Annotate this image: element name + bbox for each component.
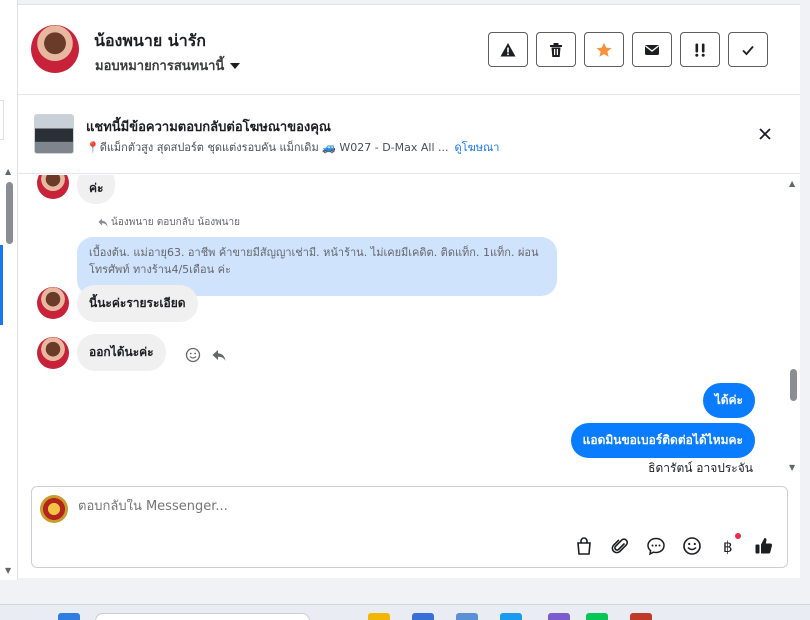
reply-label: น้องพนาย ตอบกลับ น้องพนาย bbox=[98, 215, 240, 230]
message-bubble-outgoing[interactable]: ได้ค่ะ bbox=[702, 383, 755, 418]
baht-icon: ฿ bbox=[723, 538, 733, 556]
ad-reply-banner: แชทนี้มีข้อความตอบกลับต่อโฆษณาของคุณ 📍ดี… bbox=[18, 96, 800, 174]
like-button[interactable] bbox=[753, 535, 775, 557]
composer-tools: ฿ bbox=[573, 533, 775, 557]
close-banner-button[interactable] bbox=[755, 124, 775, 144]
chat-scrollbar[interactable]: ▲ ▼ bbox=[786, 175, 800, 477]
scroll-down-arrow-icon[interactable]: ▼ bbox=[5, 566, 11, 575]
message-bubble-incoming[interactable]: ออกได้นะค่ะ bbox=[77, 334, 166, 371]
ad-banner-title: แชทนี้มีข้อความตอบกลับต่อโฆษณาของคุณ bbox=[86, 120, 331, 135]
mark-unread-button[interactable] bbox=[632, 32, 672, 67]
conversation-panel: น้องพนาย น่ารัก มอบหมายการสนทนานี้ แชทนี… bbox=[18, 4, 800, 578]
scroll-down-arrow-icon[interactable]: ▼ bbox=[789, 463, 795, 472]
page-avatar bbox=[40, 495, 68, 523]
left-rail-tab[interactable] bbox=[0, 100, 4, 140]
reply-input[interactable] bbox=[78, 499, 758, 514]
check-icon bbox=[742, 45, 754, 55]
shop-button[interactable] bbox=[573, 535, 595, 557]
follow-up-button[interactable] bbox=[680, 32, 720, 67]
conversation-header: น้องพนาย น่ารัก มอบหมายการสนทนานี้ bbox=[18, 5, 800, 95]
avatar bbox=[37, 175, 69, 199]
os-taskbar bbox=[0, 604, 810, 620]
envelope-icon bbox=[645, 44, 659, 55]
contact-name[interactable]: น้องพนาย น่ารัก bbox=[94, 29, 206, 54]
smiley-icon bbox=[185, 347, 201, 363]
left-rail-accent bbox=[0, 245, 3, 325]
reply-composer: ฿ bbox=[31, 486, 788, 568]
svg-text:฿: ฿ bbox=[723, 538, 733, 556]
spam-button[interactable] bbox=[488, 32, 528, 67]
reply-button[interactable] bbox=[211, 347, 227, 363]
chat-scrollbar-thumb[interactable] bbox=[790, 369, 797, 401]
close-icon bbox=[759, 128, 771, 140]
react-button[interactable] bbox=[185, 347, 201, 363]
app-icon[interactable] bbox=[548, 613, 570, 620]
reply-label-text: น้องพนาย ตอบกลับ น้องพนาย bbox=[111, 217, 240, 228]
ad-banner-description: 📍ดีแม็กตัวสูง สุดสปอร์ต ชุดแต่งรอบคัน แม… bbox=[86, 138, 499, 156]
assign-conversation-dropdown[interactable]: มอบหมายการสนทนานี้ bbox=[95, 55, 241, 76]
shopping-bag-icon bbox=[577, 537, 591, 555]
message-bubble-outgoing[interactable]: แอดมินขอเบอร์ติดต่อได้ไหมคะ bbox=[570, 423, 755, 458]
reply-arrow-icon bbox=[98, 218, 108, 227]
scroll-up-arrow-icon[interactable]: ▲ bbox=[5, 167, 11, 176]
notification-dot bbox=[735, 533, 741, 539]
assign-label: มอบหมายการสนทนานี้ bbox=[95, 59, 225, 74]
app-icon[interactable] bbox=[412, 613, 434, 620]
message-actions bbox=[185, 347, 227, 363]
emoji-button[interactable] bbox=[681, 535, 703, 557]
paperclip-icon bbox=[611, 538, 629, 554]
avatar bbox=[37, 337, 69, 369]
app-icon[interactable] bbox=[456, 613, 478, 620]
trash-icon bbox=[550, 42, 562, 57]
message-thread: ค่ะ น้องพนาย ตอบกลับ น้องพนาย เบื้องต้น.… bbox=[18, 175, 800, 477]
avatar bbox=[37, 287, 69, 319]
chat-bubble-icon bbox=[647, 537, 665, 556]
browser-icon[interactable] bbox=[500, 613, 522, 620]
thumbs-up-icon bbox=[755, 538, 773, 554]
left-rail: ▲ ▼ bbox=[0, 0, 18, 580]
delete-button[interactable] bbox=[536, 32, 576, 67]
left-scrollbar-thumb[interactable] bbox=[6, 182, 13, 244]
app-icon[interactable] bbox=[630, 613, 652, 620]
chevron-down-icon bbox=[230, 62, 241, 69]
saved-replies-button[interactable] bbox=[645, 535, 667, 557]
start-icon[interactable] bbox=[58, 613, 80, 620]
taskbar-search-box[interactable] bbox=[95, 613, 310, 620]
attach-button[interactable] bbox=[609, 535, 631, 557]
payment-button[interactable]: ฿ bbox=[717, 533, 741, 557]
ad-description-text: 📍ดีแม็กตัวสูง สุดสปอร์ต ชุดแต่งรอบคัน แม… bbox=[86, 141, 449, 154]
contact-avatar[interactable] bbox=[31, 25, 79, 73]
mark-done-button[interactable] bbox=[728, 32, 768, 67]
warning-icon bbox=[500, 42, 516, 56]
important-icon bbox=[695, 43, 705, 57]
scroll-up-arrow-icon[interactable]: ▲ bbox=[789, 179, 795, 188]
conversation-toolbar bbox=[488, 32, 768, 67]
message-bubble-incoming[interactable]: นี้นะค่ะรายระเอียด bbox=[77, 285, 198, 322]
folder-icon[interactable] bbox=[368, 613, 390, 620]
smiley-icon bbox=[683, 537, 701, 555]
view-ad-link[interactable]: ดูโฆษณา bbox=[455, 141, 500, 154]
reply-icon bbox=[212, 350, 226, 361]
ad-thumbnail[interactable] bbox=[34, 114, 74, 154]
message-bubble-incoming[interactable]: ค่ะ bbox=[77, 175, 116, 204]
star-icon bbox=[596, 42, 612, 57]
star-button[interactable] bbox=[584, 32, 624, 67]
sender-name: ธิดารัตน์ อาจประจัน bbox=[648, 461, 753, 475]
line-app-icon[interactable] bbox=[586, 613, 608, 620]
